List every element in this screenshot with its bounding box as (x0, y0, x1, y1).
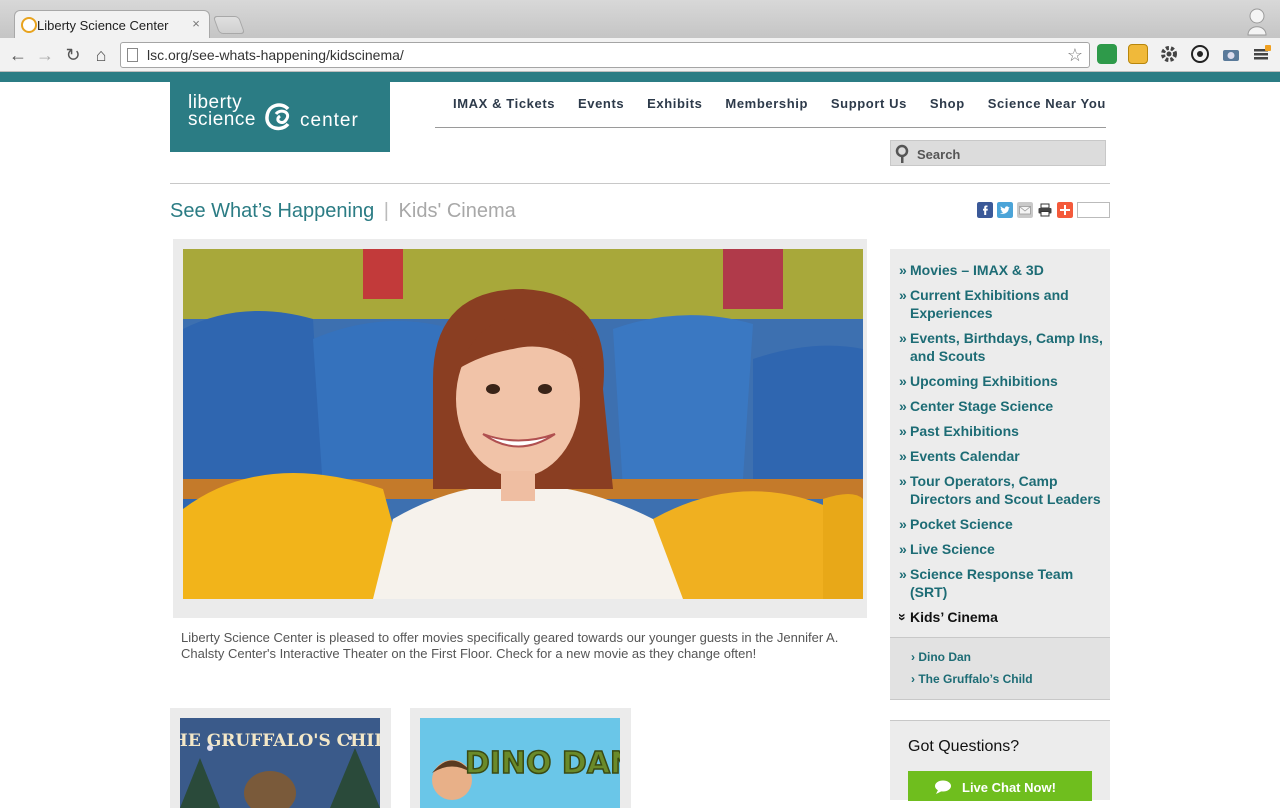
site-logo[interactable]: liberty science center (170, 82, 390, 152)
site-top-bar (0, 72, 1280, 82)
dino-dan-poster[interactable]: DINO DAN (420, 718, 620, 808)
search-placeholder: Search (917, 147, 961, 162)
sidebar-item-events-calendar[interactable]: » Events Calendar (899, 447, 1104, 465)
sidebar-item-live-science[interactable]: » Live Science (899, 540, 1104, 558)
bookmark-star-icon[interactable]: ☆ (1067, 45, 1083, 66)
twitter-icon[interactable] (997, 202, 1013, 218)
share-count-box (1077, 202, 1110, 218)
nav-imax-tickets[interactable]: IMAX & Tickets (453, 96, 555, 127)
sidebar-item-current-exhibitions[interactable]: » Current Exhibitions and Experiences (899, 286, 1104, 322)
live-chat-button[interactable]: Live Chat Now! (908, 771, 1092, 801)
camera-icon[interactable] (1221, 44, 1241, 64)
section-sidebar: » Movies – IMAX & 3D » Current Exhibitions… (890, 249, 1110, 700)
nav-shop[interactable]: Shop (930, 96, 965, 127)
sidebar-item-pocket-science[interactable]: » Pocket Science (899, 515, 1104, 533)
gear-icon[interactable] (1159, 44, 1179, 64)
new-tab-button[interactable] (212, 16, 246, 34)
sidebar-menu: » Movies – IMAX & 3D » Current Exhibitions… (895, 261, 1104, 633)
hero-photo-child-in-theater (183, 249, 863, 599)
reload-button[interactable]: ↻ (61, 43, 85, 67)
sidebar-item-center-stage-science[interactable]: » Center Stage Science (899, 397, 1104, 415)
hero-photo-frame (173, 239, 867, 618)
sidebar-item-movies-imax-3d[interactable]: » Movies – IMAX & 3D (899, 261, 1104, 279)
tab-title: Liberty Science Center (37, 18, 169, 33)
addthis-icon[interactable] (1057, 202, 1073, 218)
address-bar[interactable]: lsc.org/see-whats-happening/kidscinema/ … (120, 42, 1090, 68)
profile-icon[interactable] (1246, 6, 1268, 36)
site-favicon-icon (21, 17, 37, 33)
breadcrumb-separator: | (383, 200, 389, 222)
extension-green-icon[interactable] (1097, 44, 1117, 64)
gruffalos-child-title: THE GRUFFALO'S CHILD (180, 731, 380, 751)
browser-tab-bar: Liberty Science Center × (0, 0, 1280, 40)
nav-science-near-you[interactable]: Science Near You (988, 96, 1106, 127)
search-icon (895, 144, 909, 163)
sidebar-subitem-dino-dan[interactable]: › Dino Dan (911, 650, 971, 664)
breadcrumb-current: Kids' Cinema (398, 200, 516, 222)
dino-dan-title: DINO DAN (465, 746, 620, 781)
chat-bubble-icon (935, 780, 951, 794)
address-url[interactable]: lsc.org/see-whats-happening/kidscinema/ (147, 47, 404, 63)
logo-swirl-icon (265, 103, 290, 131)
nav-membership[interactable]: Membership (725, 96, 808, 127)
sidebar-item-upcoming-exhibitions[interactable]: » Upcoming Exhibitions (899, 372, 1104, 390)
facebook-icon[interactable] (977, 202, 993, 218)
sidebar-item-kids-cinema[interactable]: » Kids’ Cinema (895, 608, 1104, 626)
nav-support-us[interactable]: Support Us (831, 96, 907, 127)
page-icon (127, 48, 138, 62)
sidebar-subitem-gruffalos-child[interactable]: › The Gruffalo’s Child (911, 672, 1033, 686)
extension-folder-icon[interactable] (1128, 44, 1148, 64)
back-button[interactable]: ← (6, 43, 30, 67)
email-icon[interactable] (1017, 202, 1033, 218)
browser-tab[interactable]: Liberty Science Center × (14, 10, 210, 40)
menu-icon[interactable] (1252, 44, 1272, 64)
search-input[interactable]: Search (890, 140, 1106, 166)
print-icon[interactable] (1037, 202, 1053, 218)
header-divider (170, 183, 1110, 184)
tab-close-icon[interactable]: × (189, 17, 203, 31)
share-toolbar (977, 202, 1110, 218)
breadcrumb: See What’s Happening | Kids' Cinema (170, 200, 516, 223)
sidebar-item-events-birthdays[interactable]: » Events, Birthdays, Camp Ins, and Scouts (899, 329, 1104, 365)
breadcrumb-section-link[interactable]: See What’s Happening (170, 200, 374, 222)
expanded-chevron-icon: » (894, 613, 911, 621)
movie-card-gruffalos-child[interactable]: THE GRUFFALO'S CHILD (170, 708, 391, 808)
questions-title: Got Questions? (908, 738, 1020, 755)
sidebar-item-past-exhibitions[interactable]: » Past Exhibitions (899, 422, 1104, 440)
browser-toolbar: ← → ↻ ⌂ lsc.org/see-whats-happening/kids… (0, 38, 1280, 72)
live-chat-label: Live Chat Now! (962, 780, 1056, 795)
nav-exhibits[interactable]: Exhibits (647, 96, 702, 127)
main-navigation: IMAX & Tickets Events Exhibits Membershi… (435, 96, 1106, 128)
forward-button[interactable]: → (33, 43, 57, 67)
nav-events[interactable]: Events (578, 96, 624, 127)
movie-card-dino-dan[interactable]: DINO DAN (410, 708, 631, 808)
extension-circle-icon[interactable] (1190, 44, 1210, 64)
questions-box: Got Questions? Live Chat Now! (890, 720, 1110, 801)
intro-paragraph: Liberty Science Center is pleased to off… (181, 630, 839, 661)
home-button[interactable]: ⌂ (89, 43, 113, 67)
sidebar-submenu: › Dino Dan › The Gruffalo’s Child (890, 637, 1110, 700)
logo-text-science: science (188, 109, 256, 130)
sidebar-item-science-response-team[interactable]: » Science Response Team (SRT) (899, 565, 1104, 601)
sidebar-item-tour-operators[interactable]: » Tour Operators, Camp Directors and Scou… (899, 472, 1104, 508)
gruffalos-child-poster[interactable]: THE GRUFFALO'S CHILD (180, 718, 380, 808)
logo-text-center: center (300, 110, 359, 131)
